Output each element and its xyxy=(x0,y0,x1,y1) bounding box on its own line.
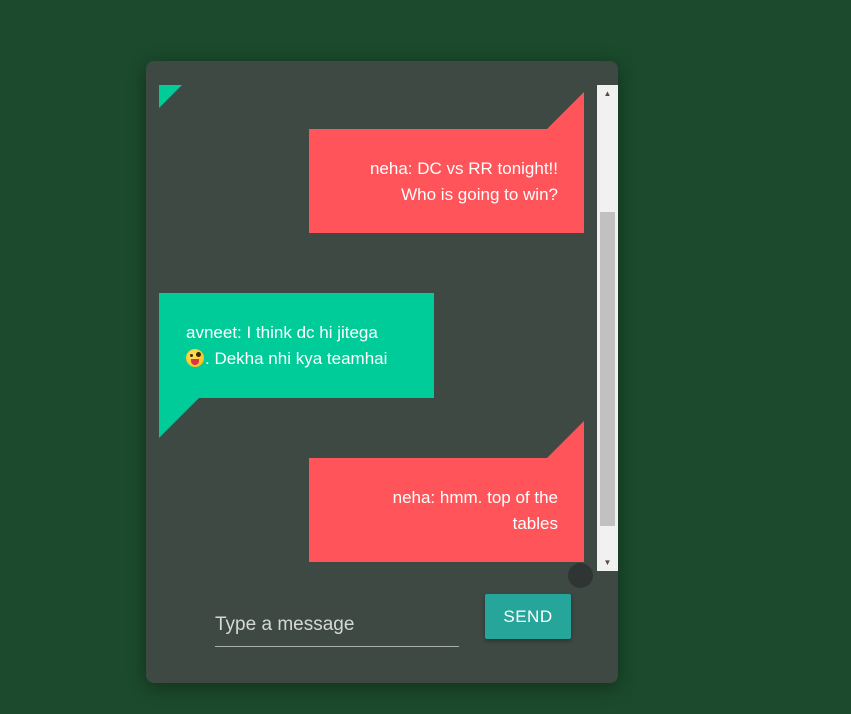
message-incoming: avneet: I think dc hi jitega . Dekha nhi… xyxy=(159,293,434,438)
tongue-out-emoji-icon xyxy=(186,349,204,367)
message-text-line: neha: hmm. top of the xyxy=(392,488,558,507)
message-scrollbar[interactable]: ▲ ▼ xyxy=(597,85,618,571)
message-input[interactable] xyxy=(215,603,459,647)
message-text-line: tables xyxy=(512,514,558,533)
previous-message-tail xyxy=(159,85,182,108)
bubble-tail xyxy=(159,398,199,438)
status-dot xyxy=(568,563,593,588)
bubble-tail xyxy=(547,421,584,458)
message-text-line: neha: DC vs RR tonight!! xyxy=(369,159,558,178)
message-outgoing: neha: hmm. top of the tables xyxy=(309,421,584,562)
message-text-line: . Dekha nhi kya teamhai xyxy=(205,349,388,368)
scroll-down-arrow-icon[interactable]: ▼ xyxy=(597,554,618,571)
send-button[interactable]: SEND xyxy=(485,594,571,639)
chat-window: neha: DC vs RR tonight!! Who is going to… xyxy=(146,61,618,683)
message-list[interactable]: neha: DC vs RR tonight!! Who is going to… xyxy=(146,85,618,571)
scroll-thumb[interactable] xyxy=(600,212,615,526)
message-text-line: avneet: I think dc hi jitega xyxy=(186,323,378,342)
bubble-tail xyxy=(547,92,584,129)
scroll-up-arrow-icon[interactable]: ▲ xyxy=(597,85,618,102)
message-outgoing: neha: DC vs RR tonight!! Who is going to… xyxy=(309,92,584,233)
message-text-line: Who is going to win? xyxy=(401,185,558,204)
